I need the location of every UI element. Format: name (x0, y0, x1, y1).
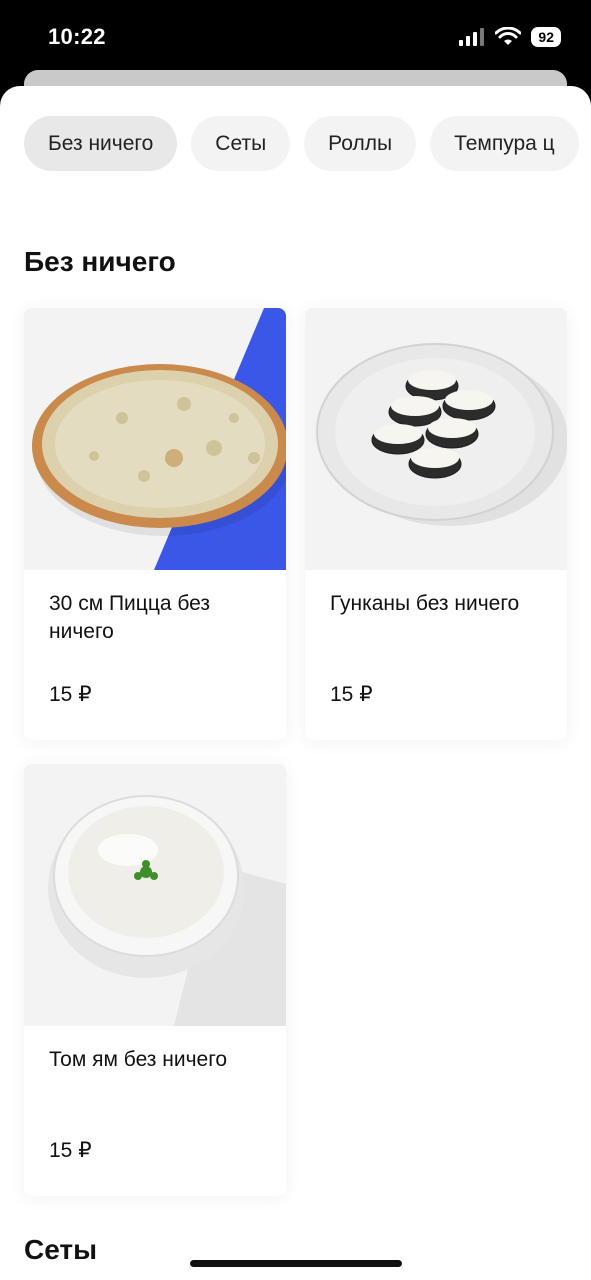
battery-icon: 92 (531, 27, 561, 47)
product-card-tom-yam[interactable]: Том ям без ничего 15 ₽ (24, 764, 286, 1196)
category-chips: Без ничего Сеты Роллы Темпура ц (24, 116, 579, 171)
home-indicator[interactable] (190, 1260, 402, 1267)
status-icons: 92 (459, 27, 561, 47)
product-name: 30 см Пицца без ничего (49, 592, 210, 643)
product-name: Гунканы без ничего (330, 592, 520, 615)
product-card-pizza[interactable]: 30 см Пицца без ничего 15 ₽ (24, 308, 286, 740)
product-card-gunkan[interactable]: Гунканы без ничего 15 ₽ (305, 308, 567, 740)
menu-sheet: Без ничего Сеты Роллы Темпура ц Без ниче… (0, 86, 591, 1280)
category-chip-tempura[interactable]: Темпура ц (430, 116, 579, 171)
category-chip-bez-nichego[interactable]: Без ничего (24, 116, 178, 171)
category-chip-sety[interactable]: Сеты (191, 116, 291, 171)
tom-yam-bowl-image (24, 764, 286, 1026)
product-price: 15 ₽ (49, 683, 92, 706)
gunkan-plate-image (305, 308, 567, 570)
product-price: 15 ₽ (49, 1139, 92, 1162)
section-title-sety: Сеты (24, 1234, 98, 1265)
signal-icon (459, 28, 485, 46)
wifi-icon (495, 27, 522, 45)
product-price: 15 ₽ (330, 683, 373, 706)
pizza-image (24, 308, 286, 570)
status-time: 10:22 (48, 24, 106, 49)
product-name: Том ям без ничего (49, 1048, 228, 1071)
status-bar: 10:22 92 (0, 0, 591, 80)
category-chip-rolly[interactable]: Роллы (304, 116, 417, 171)
section-title: Без ничего (24, 246, 176, 277)
